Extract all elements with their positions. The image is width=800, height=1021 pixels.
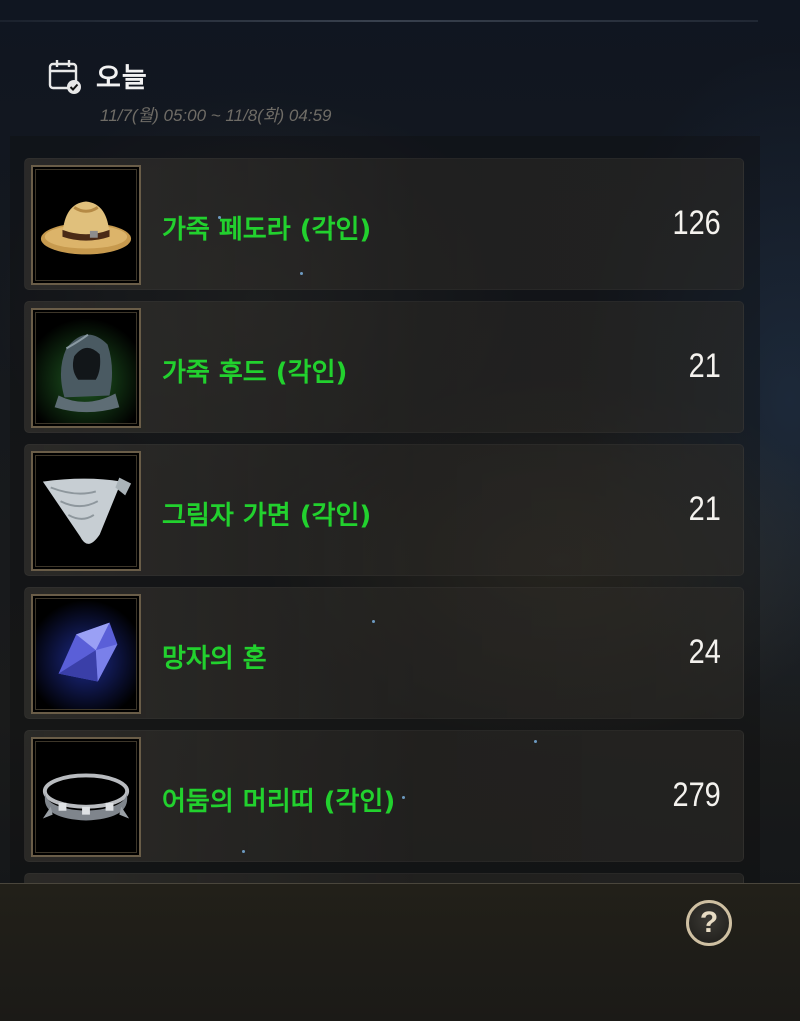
sparkle-decoration [534, 740, 537, 743]
list-item[interactable]: 어둠의 머리띠 (각인) 279 [24, 730, 744, 862]
soul-crystal-icon [58, 622, 118, 682]
item-count: 126 [672, 204, 721, 242]
item-icon-frame [31, 594, 141, 714]
shadow-mask-icon [42, 477, 132, 544]
top-divider [0, 20, 758, 22]
item-count: 21 [688, 347, 721, 385]
sparkle-decoration [218, 216, 221, 219]
calendar-check-icon [48, 60, 81, 94]
item-name: 망자의 혼 [162, 644, 267, 674]
item-count: 24 [688, 633, 721, 671]
item-icon-frame [31, 451, 141, 571]
item-count: 21 [688, 490, 721, 528]
item-icon-frame [31, 165, 141, 285]
screen: 오늘 11/7(월) 05:00 ~ 11/8(화) 04:59 가죽 페도라 … [0, 0, 800, 1021]
item-icon-frame [31, 737, 141, 857]
item-name: 어둠의 머리띠 (각인) [162, 787, 396, 817]
list-item[interactable]: 가죽 페도라 (각인) 126 [24, 158, 744, 290]
footer-bar [0, 883, 800, 1021]
help-button[interactable]: ? [686, 900, 732, 946]
list-item[interactable]: 그림자 가면 (각인) 21 [24, 444, 744, 576]
item-name: 그림자 가면 (각인) [162, 501, 372, 531]
sparkle-decoration [402, 796, 405, 799]
leather-hood-icon [54, 333, 120, 413]
sparkle-decoration [242, 850, 245, 853]
item-icon-frame [31, 308, 141, 428]
dark-headband-icon [42, 773, 130, 821]
sparkle-decoration [372, 620, 375, 623]
item-name: 가죽 페도라 (각인) [162, 215, 372, 245]
fedora-hat-icon [40, 201, 132, 255]
date-range: 11/7(월) 05:00 ~ 11/8(화) 04:59 [100, 106, 332, 125]
list-item[interactable]: 망자의 혼 24 [24, 587, 744, 719]
sparkle-decoration [300, 272, 303, 275]
item-name: 가죽 후드 (각인) [162, 358, 348, 388]
list-item[interactable]: 가죽 후드 (각인) 21 [24, 301, 744, 433]
page-title: 오늘 [96, 63, 148, 94]
item-count: 279 [672, 776, 721, 814]
